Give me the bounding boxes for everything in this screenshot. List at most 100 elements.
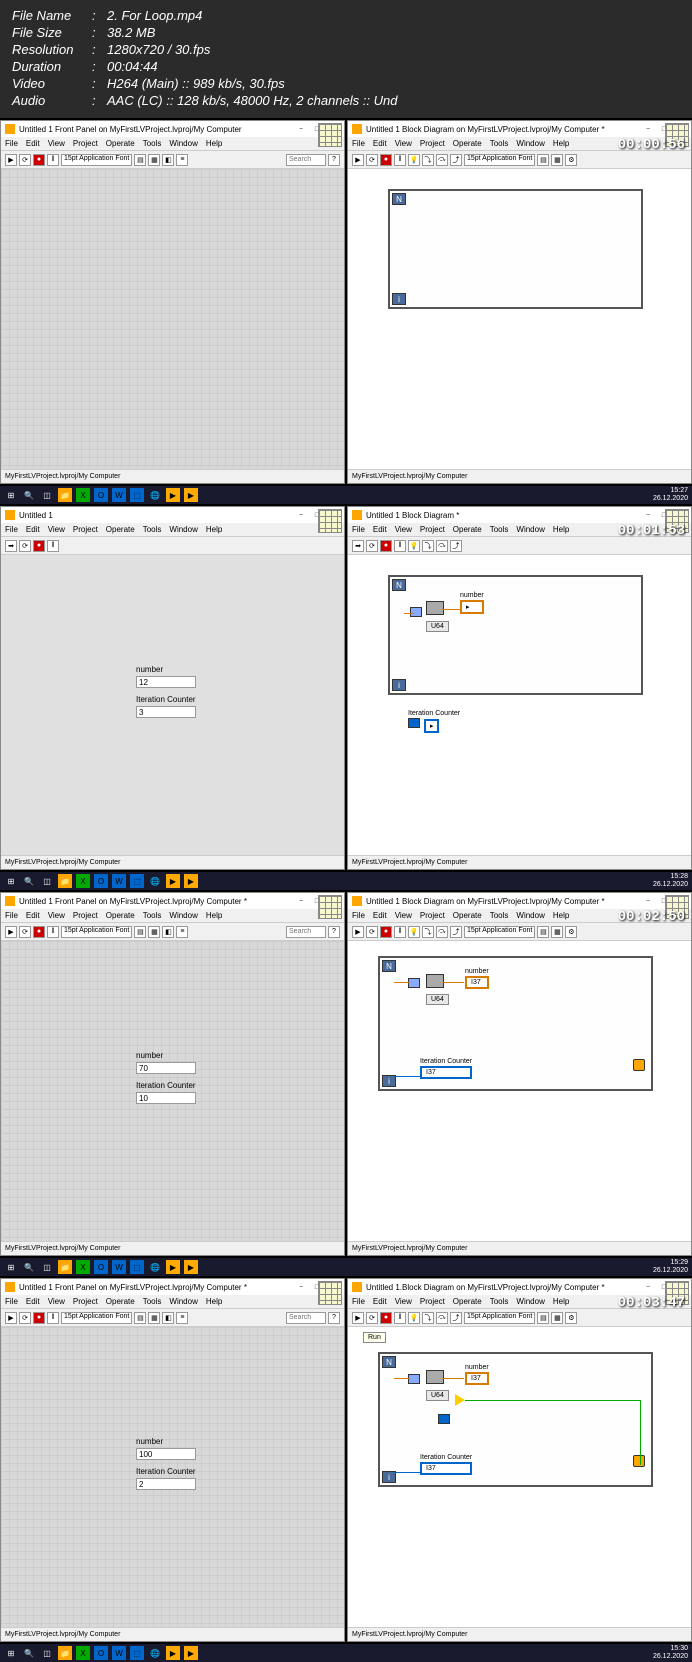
pause-button[interactable]: ‖ [47,154,59,166]
explorer-icon[interactable]: 📁 [58,1260,72,1274]
align-button[interactable]: ▤ [537,154,549,166]
iteration-indicator[interactable]: Iteration Counter 10 [136,1081,196,1104]
menu-project[interactable]: Project [420,911,445,920]
menu-view[interactable]: View [48,1297,65,1306]
menu-window[interactable]: Window [169,139,197,148]
run-cont-button[interactable]: ⟳ [19,540,31,552]
menu-project[interactable]: Project [420,139,445,148]
minimize-button[interactable]: − [641,896,655,906]
menu-edit[interactable]: Edit [373,139,387,148]
resize-button[interactable]: ◧ [162,154,174,166]
menu-edit[interactable]: Edit [373,911,387,920]
minimize-button[interactable]: − [641,510,655,520]
menu-view[interactable]: View [48,525,65,534]
titlebar[interactable]: Untitled 1 Front Panel on MyFirstLVProje… [1,121,344,137]
condition-terminal[interactable] [633,1455,645,1467]
titlebar[interactable]: Untitled 1 Front Panel on MyFirstLVProje… [1,893,344,909]
pause-button[interactable]: ‖ [47,540,59,552]
step-out-button[interactable]: ⤴ [450,540,462,552]
step-out-button[interactable]: ⤴ [450,1312,462,1324]
vscode-icon[interactable]: ⬚ [130,488,144,502]
font-selector[interactable]: 15pt Application Font [464,154,535,166]
search-input[interactable] [286,926,326,938]
number-control[interactable]: number 70 [136,1051,196,1074]
word-icon[interactable]: W [112,1646,126,1660]
menu-help[interactable]: Help [553,1297,569,1306]
outlook-icon[interactable]: O [94,1646,108,1660]
distribute-button[interactable]: ▦ [148,154,160,166]
align-button[interactable]: ▤ [134,926,146,938]
front-panel-canvas[interactable]: number 100 Iteration Counter 2 [1,1327,344,1627]
for-loop-structure[interactable]: N i [388,189,643,309]
menu-edit[interactable]: Edit [373,1297,387,1306]
labview-icon[interactable]: ▶ [166,874,180,888]
chrome-icon[interactable]: 🌐 [148,1260,162,1274]
excel-icon[interactable]: X [76,874,90,888]
search-icon[interactable]: 🔍 [22,874,36,888]
step-in-button[interactable]: ⤵ [422,540,434,552]
minimize-button[interactable]: − [294,124,308,134]
number-field[interactable]: 70 [136,1062,196,1074]
menu-window[interactable]: Window [169,525,197,534]
number-control[interactable]: number 100 [136,1437,196,1460]
titlebar[interactable]: Untitled 1 − □ × [1,507,344,523]
menu-window[interactable]: Window [169,911,197,920]
cleanup-button[interactable]: ⚙ [565,154,577,166]
distribute-button[interactable]: ▦ [551,926,563,938]
menu-file[interactable]: File [5,911,18,920]
menu-window[interactable]: Window [516,139,544,148]
labview-icon[interactable]: ▶ [184,488,198,502]
menu-operate[interactable]: Operate [453,525,482,534]
labview-icon[interactable]: ▶ [184,1260,198,1274]
abort-button[interactable]: ● [380,1312,392,1324]
distribute-button[interactable]: ▦ [551,1312,563,1324]
menu-project[interactable]: Project [73,911,98,920]
menu-edit[interactable]: Edit [373,525,387,534]
menu-file[interactable]: File [5,525,18,534]
menu-view[interactable]: View [395,525,412,534]
for-loop-structure[interactable]: N i number ▸ U64 [388,575,643,695]
front-panel-canvas[interactable] [1,169,344,469]
menu-help[interactable]: Help [206,139,222,148]
run-cont-button[interactable]: ⟳ [366,154,378,166]
connector-pane[interactable] [318,1281,342,1305]
labview-icon[interactable]: ▶ [166,1646,180,1660]
iteration-indicator-node[interactable]: Iteration Counter I37 [420,1454,472,1475]
step-in-button[interactable]: ⤵ [422,1312,434,1324]
highlight-button[interactable]: 💡 [408,154,420,166]
menu-file[interactable]: File [352,139,365,148]
block-diagram-canvas[interactable]: N i number I37 U64 Iteration Counter I37 [348,941,691,1241]
run-cont-button[interactable]: ⟳ [19,154,31,166]
font-selector[interactable]: 15pt Application Font [464,926,535,938]
titlebar[interactable]: Untitled 1 Block Diagram on MyFirstLVPro… [348,893,691,909]
minimize-button[interactable]: − [641,1282,655,1292]
run-cont-button[interactable]: ⟳ [19,1312,31,1324]
abort-button[interactable]: ● [33,154,45,166]
menu-help[interactable]: Help [553,911,569,920]
iteration-field[interactable]: 10 [136,1092,196,1104]
block-diagram-canvas[interactable]: N i [348,169,691,469]
resize-button[interactable]: ◧ [162,926,174,938]
step-over-button[interactable]: ⤼ [436,1312,448,1324]
run-button[interactable]: ▶ [5,154,17,166]
font-selector[interactable]: 15pt Application Font [61,926,132,938]
iteration-indicator-node[interactable]: Iteration Counter ▸ [408,710,460,733]
task-view-icon[interactable]: ◫ [40,1260,54,1274]
align-button[interactable]: ▤ [537,1312,549,1324]
condition-terminal[interactable] [633,1059,645,1071]
loop-count-terminal[interactable]: N [392,579,406,591]
align-button[interactable]: ▤ [537,926,549,938]
highlight-button[interactable]: 💡 [408,540,420,552]
abort-button[interactable]: ● [380,540,392,552]
number-control[interactable]: number 12 [136,665,196,688]
search-icon[interactable]: 🔍 [22,488,36,502]
menu-tools[interactable]: Tools [490,1297,509,1306]
menu-file[interactable]: File [5,139,18,148]
task-view-icon[interactable]: ◫ [40,874,54,888]
menu-tools[interactable]: Tools [490,139,509,148]
task-view-icon[interactable]: ◫ [40,488,54,502]
help-button[interactable]: ? [328,1312,340,1324]
iteration-indicator[interactable]: Iteration Counter 3 [136,695,196,718]
constant-node[interactable] [438,1414,450,1426]
cleanup-button[interactable]: ⚙ [565,926,577,938]
